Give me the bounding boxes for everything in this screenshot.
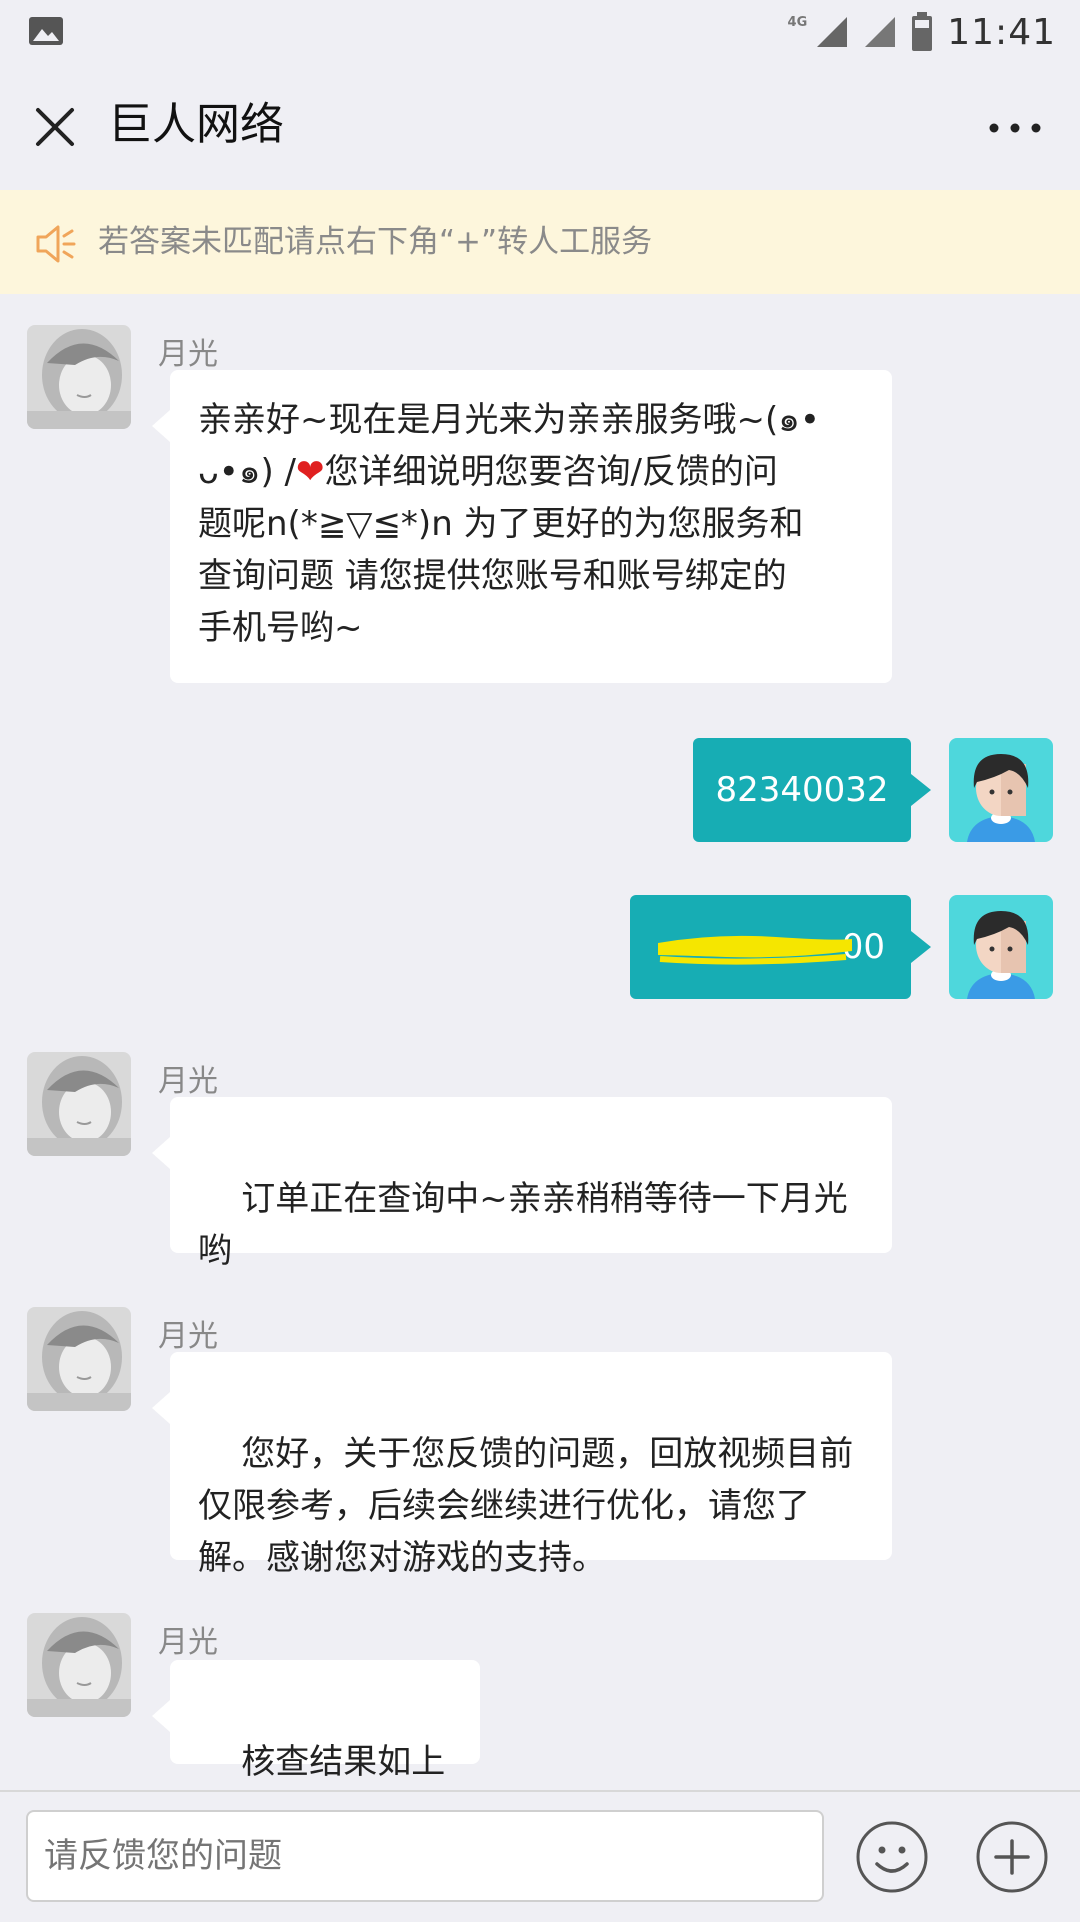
clock: 11:41 <box>947 11 1056 53</box>
agent-avatar[interactable] <box>27 1613 131 1717</box>
plus-icon[interactable] <box>975 1820 1049 1894</box>
agent-message-bubble: 核查结果如上哦 <box>152 1660 480 1834</box>
message-text: 82340032 <box>715 770 889 810</box>
page-title: 巨人网络 <box>108 99 284 150</box>
more-icon[interactable] <box>980 102 1050 152</box>
battery-icon <box>912 12 933 51</box>
agent-avatar[interactable] <box>27 1307 131 1411</box>
agent-avatar[interactable] <box>27 1052 131 1156</box>
gallery-notification-icon <box>29 17 63 45</box>
user-message-bubble: 00 <box>630 895 931 999</box>
sender-name: 月光 <box>158 337 218 372</box>
signal-secondary-icon <box>865 17 896 47</box>
header-bar: 巨人网络 <box>0 62 1080 191</box>
message-text: 订单正在查询中~亲亲稍稍等待一下月光 哟 <box>198 1179 848 1271</box>
redaction-scribble <box>658 935 852 965</box>
notice-banner: 若答案未匹配请点右下角“+”转人工服务 <box>0 190 1080 294</box>
sender-name: 月光 <box>158 1625 218 1660</box>
agent-message-bubble: 订单正在查询中~亲亲稍稍等待一下月光 哟 <box>152 1097 892 1271</box>
speaker-icon <box>36 225 76 263</box>
user-avatar[interactable] <box>949 895 1053 999</box>
sender-name: 月光 <box>158 1319 218 1354</box>
network-type-label: 4G <box>787 14 808 30</box>
heart-emoji: ❤ <box>295 452 325 492</box>
sender-name: 月光 <box>158 1064 218 1099</box>
signal-icon <box>817 17 848 47</box>
smile-icon[interactable] <box>855 1820 929 1894</box>
feedback-input[interactable] <box>26 1810 824 1902</box>
notice-text: 若答案未匹配请点右下角“+”转人工服务 <box>98 224 653 260</box>
agent-message-bubble: 您好，关于您反馈的问题，回放视频目前 仅限参考，后续会继续进行优化，请您了 解。… <box>152 1352 892 1578</box>
close-icon[interactable] <box>30 102 80 152</box>
status-bar: 4G 11:41 <box>0 0 1080 62</box>
agent-message-bubble: 亲亲好~现在是月光来为亲亲服务哦~(๑• ᴗ•๑) /❤您详细说明您要咨询/反馈… <box>152 370 892 683</box>
user-message-bubble: 82340032 <box>693 738 931 842</box>
agent-avatar[interactable] <box>27 325 131 429</box>
user-avatar[interactable] <box>949 738 1053 842</box>
input-bar <box>0 1790 1080 1922</box>
message-text: 您好，关于您反馈的问题，回放视频目前 仅限参考，后续会继续进行优化，请您了 解。… <box>198 1434 854 1578</box>
